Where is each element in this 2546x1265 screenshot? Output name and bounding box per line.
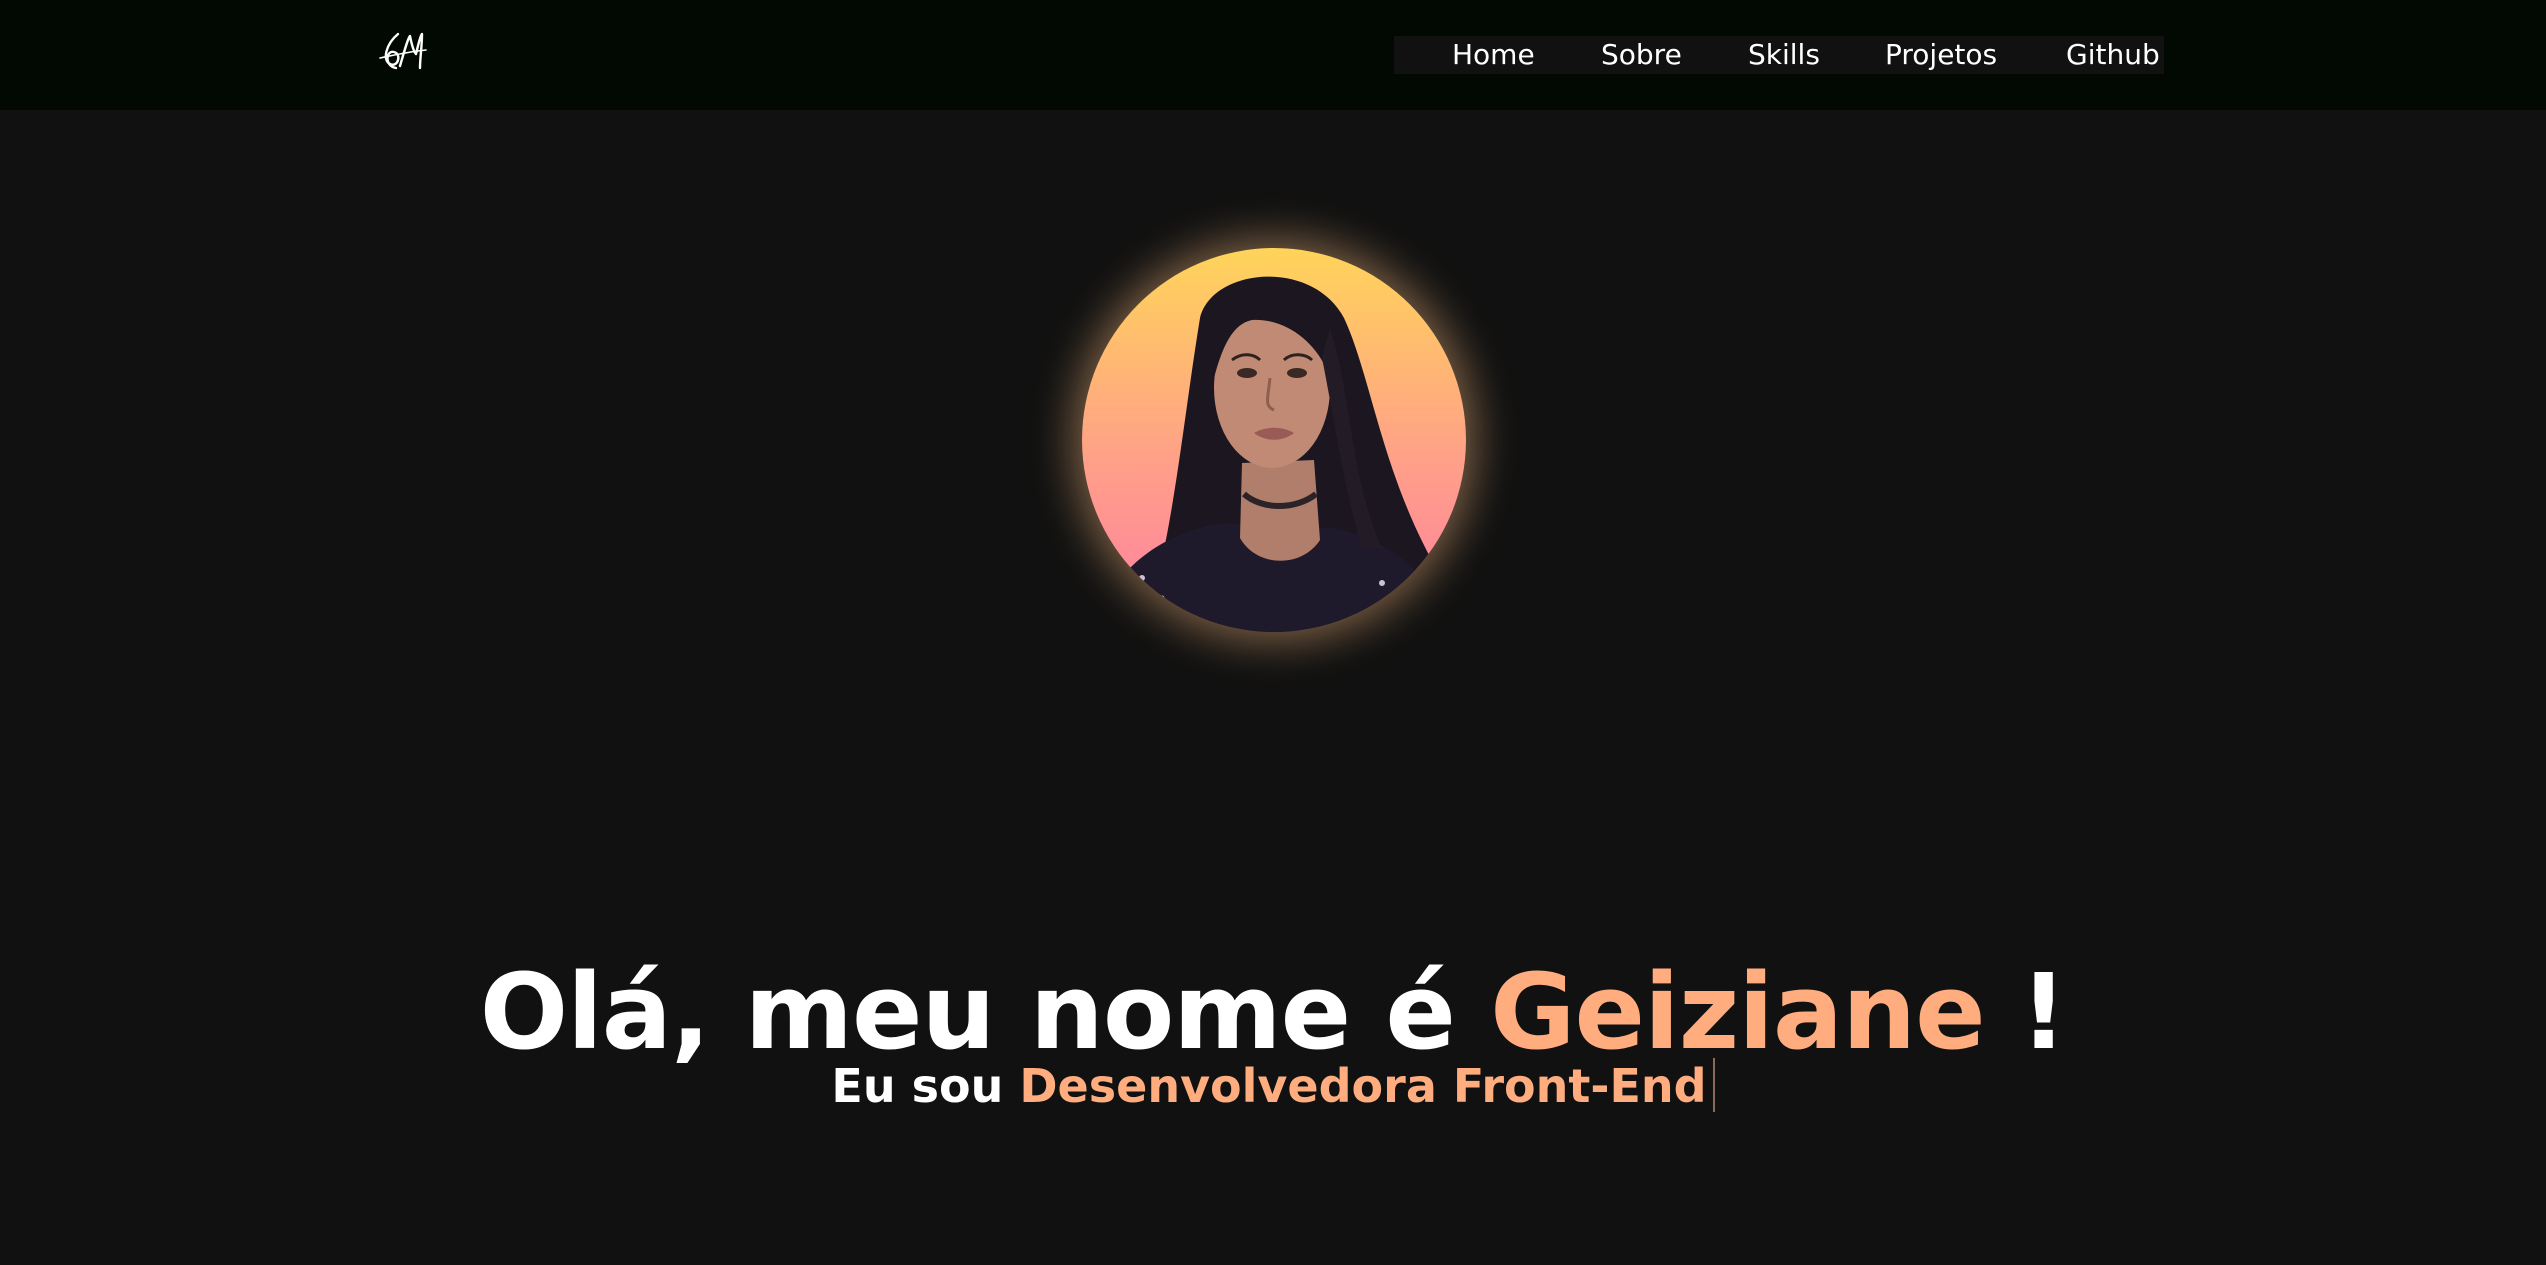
top-navbar: Home Sobre Skills Projetos Github [0, 0, 2546, 110]
nav-projetos-link[interactable]: Projetos [1885, 36, 1997, 74]
hero-subtitle: Eu sou Desenvolvedora Front-End [0, 1054, 2546, 1118]
main-nav: Home Sobre Skills Projetos Github [1394, 36, 2164, 74]
nav-sobre-link[interactable]: Sobre [1601, 36, 1682, 74]
typing-cursor [1712, 1058, 1715, 1112]
nav-github-link[interactable]: Github [2066, 36, 2160, 74]
nav-skills-link[interactable]: Skills [1748, 36, 1820, 74]
subtitle-role: Desenvolvedora Front-End [1019, 1059, 1707, 1113]
subtitle-prefix: Eu sou [831, 1059, 1004, 1113]
avatar [1082, 248, 1466, 632]
signature-logo-icon[interactable] [376, 26, 430, 76]
profile-photo [1082, 248, 1466, 632]
nav-home-link[interactable]: Home [1452, 36, 1535, 74]
